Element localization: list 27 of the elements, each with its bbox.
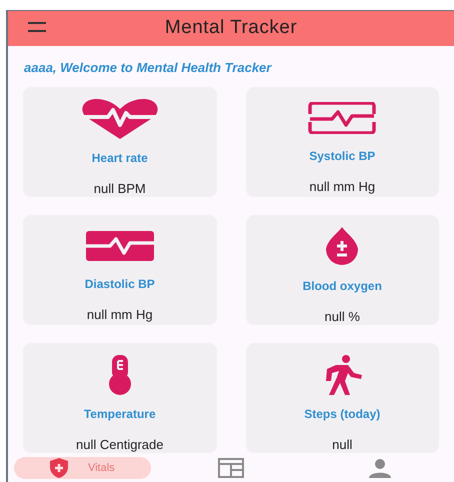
vital-label: Diastolic BP: [84, 276, 155, 293]
pulse-monitor-icon: [308, 102, 376, 134]
vital-value: null mm Hg: [309, 178, 376, 196]
vital-value: null mm Hg: [86, 306, 153, 324]
vital-value: null: [332, 436, 352, 454]
vital-label: Temperature: [84, 406, 156, 422]
vital-label: Blood oxygen: [302, 278, 382, 294]
vital-card[interactable]: Heart rate null BPM: [23, 86, 216, 196]
vital-label: Systolic BP: [309, 148, 376, 165]
vital-value: null Centigrade: [76, 436, 164, 454]
vital-card[interactable]: Steps (today) null: [246, 342, 439, 452]
menu-icon[interactable]: [28, 22, 46, 32]
vital-card[interactable]: Diastolic BP null mm Hg: [23, 214, 216, 324]
pulse-monitor-icon: [86, 230, 154, 261]
vital-label: Steps (today): [304, 406, 380, 422]
vital-value: null BPM: [94, 180, 146, 198]
heart-pulse-icon: [80, 98, 160, 138]
vital-label: Heart rate: [92, 150, 148, 166]
shield-plus-icon: [50, 458, 68, 478]
vital-card[interactable]: Blood oxygen null %: [246, 214, 439, 324]
vital-card[interactable]: Systolic BP null mm Hg: [246, 86, 439, 196]
person-icon: [368, 458, 391, 478]
calendar-icon: [218, 458, 244, 478]
welcome-text: aaaa, Welcome to Mental Health Tracker: [24, 59, 272, 77]
app-title: Mental Tracker: [164, 16, 298, 40]
vital-card[interactable]: Temperature null Centigrade: [23, 342, 216, 452]
vital-value: null %: [324, 308, 360, 326]
